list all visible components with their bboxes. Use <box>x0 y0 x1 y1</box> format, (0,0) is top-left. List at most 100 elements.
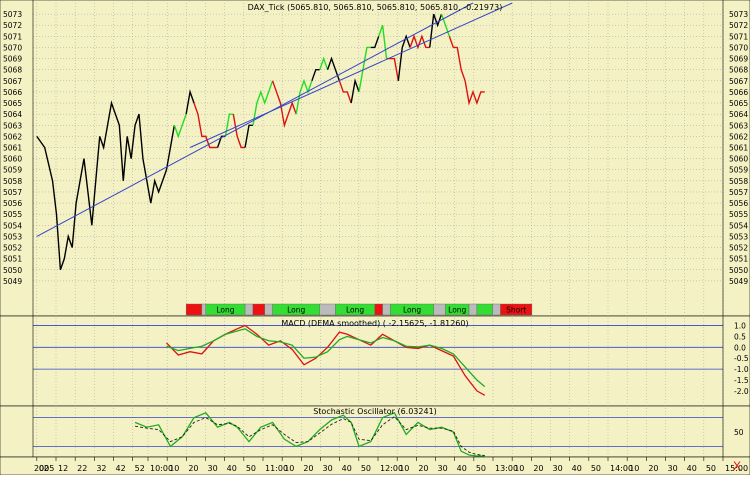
x-tick-label: 32 <box>96 464 106 473</box>
y-tick-label-left: 5064 <box>3 110 22 119</box>
y-tick-label-left: 5072 <box>3 21 22 30</box>
trading-chart[interactable]: Long Long Long Long Long Short 02 12 22 32 42 52 10… <box>0 0 750 476</box>
x-tick-label: 20 <box>418 464 428 473</box>
y-tick-label-left: 5061 <box>3 144 22 153</box>
y-tick-label-left: 5073 <box>3 10 22 19</box>
y-tick-label-left: 5058 <box>3 177 22 186</box>
x-tick-label: 30 <box>553 464 563 473</box>
signal-segment-neutral <box>319 303 336 316</box>
x-tick-label: 10 <box>399 464 409 473</box>
x-tick-label: 42 <box>116 464 126 473</box>
x-tick-label: 10 <box>629 464 639 473</box>
y-tick-label-left: 5051 <box>3 255 22 264</box>
x-axis-start-label: 2005 <box>34 464 54 473</box>
x-tick-label: 52 <box>135 464 145 473</box>
signal-bar: Long Long Long Long Long Short <box>185 303 533 316</box>
y-tick-label-left: 5050 <box>3 266 22 275</box>
macd-y-tick-label: -0.5 <box>734 354 749 363</box>
signal-label: Short <box>506 306 526 315</box>
y-tick-label-right: 5055 <box>729 210 748 219</box>
x-tick-label: 30 <box>323 464 333 473</box>
y-tick-label-right: 5071 <box>729 32 748 41</box>
y-tick-label-left: 5053 <box>3 232 22 241</box>
macd-title: MACD (DEMA smoothed) ( -2.15625, -1.8126… <box>281 319 468 328</box>
x-tick-label: 50 <box>706 464 716 473</box>
y-tick-label-right: 5056 <box>729 199 748 208</box>
y-tick-label-right: 5063 <box>729 121 748 130</box>
stoch-y-tick-label: 50 <box>734 428 744 437</box>
y-tick-label-right: 5054 <box>729 221 748 230</box>
y-tick-label-right: 5053 <box>729 232 748 241</box>
signal-segment-short <box>374 303 383 316</box>
y-tick-label-left: 5054 <box>3 221 22 230</box>
y-tick-label-left: 5055 <box>3 210 22 219</box>
y-tick-label-right: 5062 <box>729 132 748 141</box>
y-tick-label-right: 5065 <box>729 99 748 108</box>
y-tick-label-left: 5066 <box>3 88 22 97</box>
signal-label: Long <box>346 306 364 315</box>
macd-y-tick-label: 1.0 <box>734 322 746 331</box>
chart-window: Long Long Long Long Long Short 02 12 22 32 42 52 10… <box>0 0 750 476</box>
x-tick-label: 30 <box>438 464 448 473</box>
y-tick-label-left: 5052 <box>3 244 22 253</box>
x-tick-label: 50 <box>476 464 486 473</box>
y-tick-label-right: 5051 <box>729 255 748 264</box>
x-tick-label: 40 <box>572 464 582 473</box>
y-tick-label-right: 5064 <box>729 110 748 119</box>
y-tick-label-left: 5069 <box>3 55 22 64</box>
x-tick-label: 10 <box>284 464 294 473</box>
signal-segment-neutral <box>382 303 391 316</box>
y-tick-label-left: 5063 <box>3 121 22 130</box>
y-tick-label-right: 5066 <box>729 88 748 97</box>
x-tick-label: 50 <box>246 464 256 473</box>
signal-segment-short <box>252 303 265 316</box>
x-tick-label: 40 <box>227 464 237 473</box>
y-tick-label-left: 5067 <box>3 77 22 86</box>
y-tick-label-right: 5057 <box>729 188 748 197</box>
x-tick-label: 20 <box>303 464 313 473</box>
y-tick-label-right: 5068 <box>729 66 748 75</box>
y-tick-label-right: 5058 <box>729 177 748 186</box>
x-tick-label: 20 <box>188 464 198 473</box>
price-chart-title: DAX_Tick (5065.810, 5065.810, 5065.810, … <box>248 3 503 12</box>
stochastic-title: Stochastic Oscillator (6.03241) <box>313 407 437 416</box>
y-tick-label-right: 5059 <box>729 166 748 175</box>
signal-segment-neutral <box>201 303 206 316</box>
macd-y-tick-label: -1.0 <box>734 365 749 374</box>
signal-segment-neutral <box>244 303 254 316</box>
y-tick-label-right: 5073 <box>729 10 748 19</box>
y-tick-label-right: 5069 <box>729 55 748 64</box>
x-tick-label: 30 <box>668 464 678 473</box>
signal-segment-neutral <box>468 303 478 316</box>
signal-label: Long <box>403 306 421 315</box>
x-tick-label: 20 <box>648 464 658 473</box>
signal-label: Long <box>287 306 305 315</box>
x-tick-label: 30 <box>208 464 218 473</box>
x-tick-label: 12 <box>58 464 68 473</box>
macd-y-tick-label: -1.5 <box>734 376 749 385</box>
y-tick-label-left: 5059 <box>3 166 22 175</box>
x-tick-label: 40 <box>687 464 697 473</box>
y-tick-label-right: 5049 <box>729 277 748 286</box>
y-tick-label-right: 5072 <box>729 21 748 30</box>
signal-segment-neutral <box>264 303 273 316</box>
y-tick-label-left: 5060 <box>3 155 22 164</box>
signal-segment-long <box>476 303 493 316</box>
y-tick-label-right: 5050 <box>729 266 748 275</box>
x-tick-label: 40 <box>457 464 467 473</box>
y-tick-label-right: 5070 <box>729 43 748 52</box>
x-tick-label: 50 <box>361 464 371 473</box>
macd-y-tick-label: 0.5 <box>734 332 746 341</box>
signal-segment-neutral <box>433 303 446 316</box>
x-tick-label: 10 <box>514 464 524 473</box>
y-tick-label-right: 5067 <box>729 77 748 86</box>
x-tick-label: 22 <box>77 464 87 473</box>
y-tick-label-left: 5068 <box>3 66 22 75</box>
signal-label: Long <box>448 306 466 315</box>
y-tick-label-left: 5071 <box>3 32 22 41</box>
y-tick-label-left: 5056 <box>3 199 22 208</box>
signal-segment-neutral <box>492 303 501 316</box>
y-tick-label-right: 5061 <box>729 144 748 153</box>
close-icon[interactable]: X <box>733 459 741 473</box>
macd-y-tick-label: -2.0 <box>734 387 749 396</box>
